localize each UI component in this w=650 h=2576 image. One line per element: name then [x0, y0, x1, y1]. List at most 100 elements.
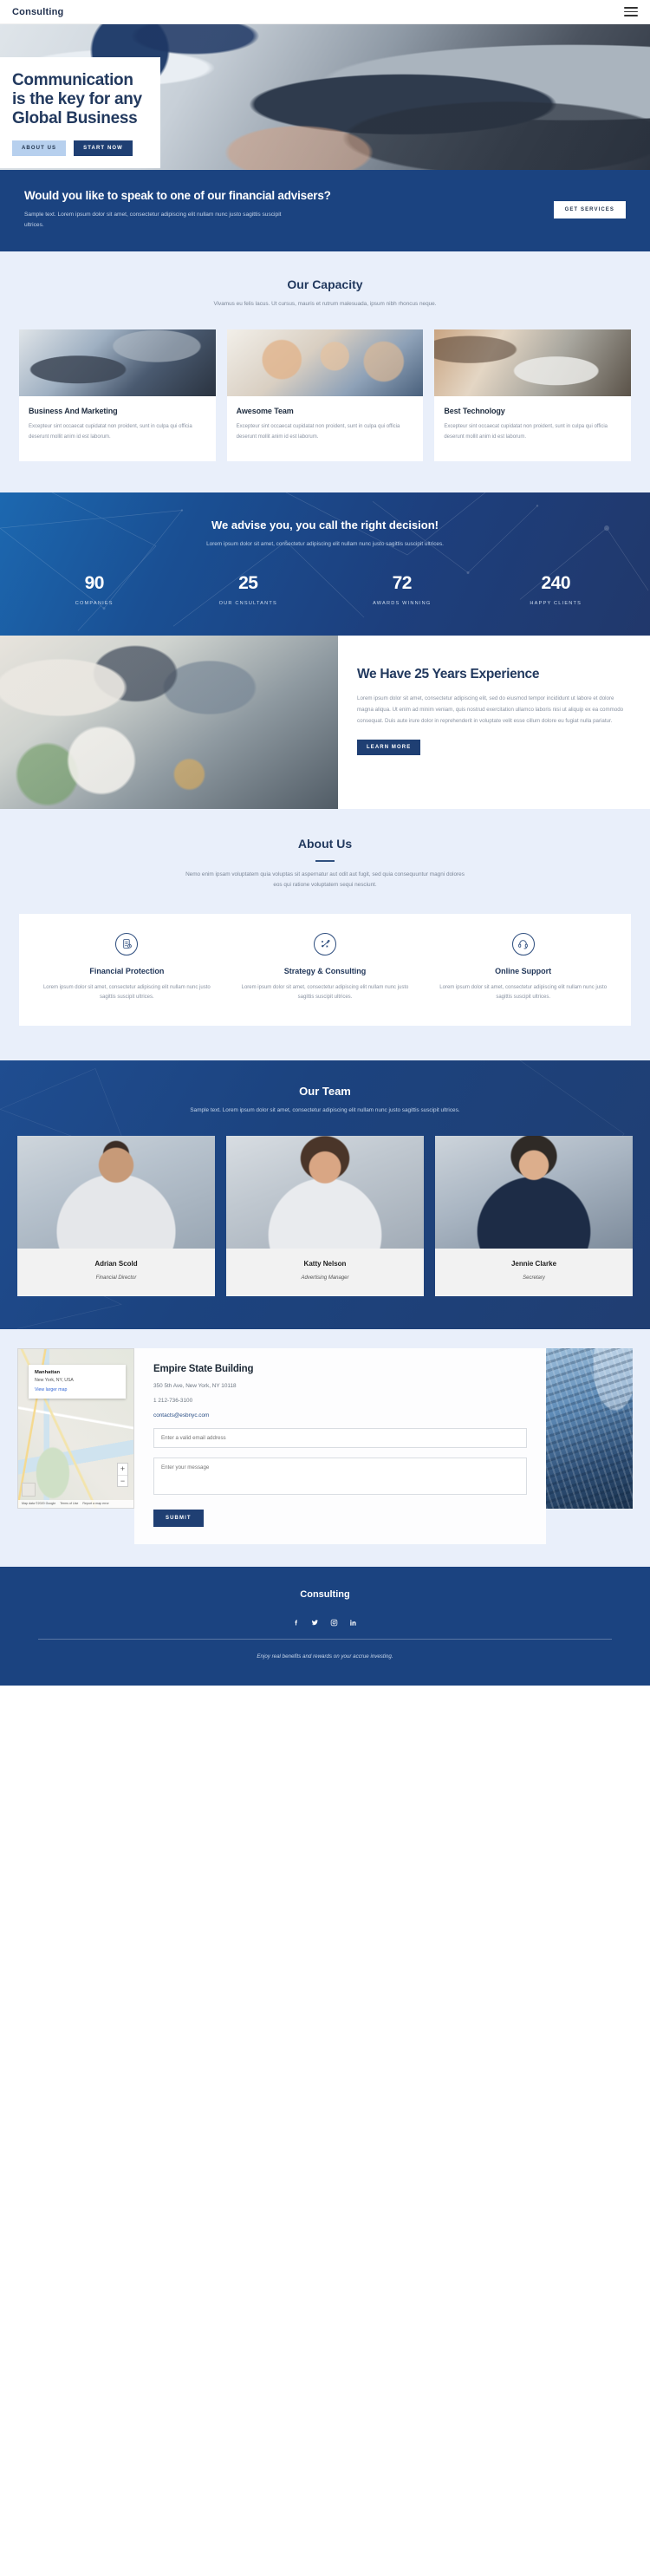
about-title: About Us	[297, 836, 353, 851]
map-attribution-bar: Map data ©2020 Google Terms of Use Repor…	[18, 1499, 133, 1508]
experience-image	[0, 635, 338, 809]
start-now-button[interactable]: Start Now	[74, 140, 133, 156]
building-photo	[546, 1347, 633, 1509]
experience-heading: We Have 25 Years Experience	[357, 666, 540, 681]
team-member-role: Secretary	[523, 1275, 545, 1281]
headset-support-icon	[511, 932, 535, 955]
location-map[interactable]: Manhattan New York, NY, USA View larger …	[17, 1347, 134, 1509]
experience-description: Lorem ipsum dolor sit amet, consectetur …	[357, 695, 624, 724]
feature-text: Lorem ipsum dolor sit amet, consectetur …	[42, 984, 211, 1001]
map-info-card: Manhattan New York, NY, USA View larger …	[29, 1364, 126, 1399]
about-subtitle: Nemo enim ipsam voluptatem quia voluptas…	[185, 871, 465, 889]
social-links	[17, 1619, 633, 1627]
stat-label: Awards Winning	[373, 600, 432, 606]
experience-section: We Have 25 Years Experience Lorem ipsum …	[0, 635, 650, 809]
linkedin-icon[interactable]	[349, 1619, 357, 1627]
team-card-list: Adrian Scold Financial Director Katty Ne…	[17, 1135, 633, 1296]
feature-title: Strategy & Consulting	[283, 966, 367, 975]
capacity-card-text: Excepteur sint occaecat cupidatat non pr…	[236, 423, 400, 440]
capacity-card-title: Business And Marketing	[29, 406, 118, 415]
contact-phone: 1 212-736-3100	[153, 1397, 193, 1404]
map-place-name: Manhattan	[35, 1369, 60, 1375]
team-member-role: Financial Director	[95, 1275, 137, 1281]
capacity-card-image	[19, 329, 216, 396]
team-member-card[interactable]: Jennie Clarke Secretary	[435, 1135, 633, 1296]
capacity-card[interactable]: Business And Marketing Excepteur sint oc…	[19, 329, 216, 462]
map-attribution: Map data ©2020 Google	[22, 1502, 56, 1506]
feature-title: Online Support	[495, 966, 552, 975]
learn-more-button[interactable]: Learn More	[357, 740, 421, 756]
about-feature-panel: Financial Protection Lorem ipsum dolor s…	[19, 913, 631, 1027]
team-member-card[interactable]: Adrian Scold Financial Director	[17, 1135, 215, 1296]
about-section: About Us Nemo enim ipsam voluptatem quia…	[0, 808, 650, 1061]
stat-label: Companies	[75, 600, 114, 606]
top-navbar: Consulting	[0, 0, 650, 24]
team-member-name: Adrian Scold	[94, 1259, 138, 1268]
stats-heading: We advise you, you call the right decisi…	[211, 518, 439, 532]
stat-number: 90	[84, 572, 105, 593]
stats-counter-row: 90 Companies 25 Our Cnsultants 72 Awards…	[17, 573, 633, 606]
team-member-name: Katty Nelson	[303, 1259, 347, 1268]
adviser-description: Sample text. Lorem ipsum dolor sit amet,…	[24, 212, 282, 229]
stat-number: 72	[392, 572, 413, 593]
about-us-button[interactable]: About Us	[12, 140, 67, 156]
capacity-card-image	[226, 329, 424, 396]
feature-text: Lorem ipsum dolor sit amet, consectetur …	[241, 984, 409, 1001]
stat-item: 90 Companies	[17, 573, 172, 606]
contact-email-link[interactable]: contacts@esbnyc.com	[153, 1412, 527, 1418]
hero-title: Communication is the key for any Global …	[12, 71, 142, 128]
feature-item[interactable]: Strategy & Consulting Lorem ipsum dolor …	[226, 932, 425, 1003]
map-zoom-controls[interactable]: + −	[117, 1462, 128, 1487]
submit-button[interactable]: Submit	[153, 1509, 204, 1527]
adviser-heading: Would you like to speak to one of our fi…	[24, 189, 331, 202]
map-zoom-out-button[interactable]: −	[118, 1474, 127, 1486]
capacity-card-title: Awesome Team	[236, 406, 294, 415]
capacity-card-title: Best Technology	[444, 406, 505, 415]
team-member-name: Jennie Clarke	[510, 1259, 557, 1268]
capacity-card-text: Excepteur sint occaecat cupidatat non pr…	[29, 423, 192, 440]
footer-divider	[38, 1638, 612, 1640]
facebook-icon[interactable]	[293, 1619, 300, 1627]
hero-card: Communication is the key for any Global …	[0, 57, 160, 168]
view-larger-map-link[interactable]: View larger map	[35, 1387, 120, 1392]
team-title: Our Team	[299, 1085, 351, 1099]
feature-title: Financial Protection	[89, 966, 165, 975]
capacity-card[interactable]: Awesome Team Excepteur sint occaecat cup…	[226, 329, 424, 462]
stat-item: 240 Happy Clients	[479, 573, 634, 606]
team-member-photo	[226, 1135, 424, 1249]
stat-item: 25 Our Cnsultants	[172, 573, 326, 606]
experience-text-block: We Have 25 Years Experience Lorem ipsum …	[338, 636, 650, 809]
email-input[interactable]	[153, 1427, 527, 1448]
team-member-card[interactable]: Katty Nelson Advertising Manager	[226, 1135, 424, 1296]
map-terms-link[interactable]: Terms of Use	[60, 1502, 78, 1505]
site-logo[interactable]: Consulting	[12, 7, 63, 17]
team-member-photo	[435, 1135, 633, 1249]
site-footer: Consulting Enjoy real benefits and rewar…	[0, 1566, 650, 1686]
contact-title: Empire State Building	[153, 1363, 254, 1374]
message-textarea[interactable]	[153, 1457, 527, 1495]
stat-number: 240	[541, 572, 571, 593]
capacity-subtitle: Vivamus eu felis lacus. Ut cursus, mauri…	[213, 301, 437, 308]
instagram-icon[interactable]	[330, 1619, 338, 1627]
get-services-button[interactable]: Get Services	[553, 201, 626, 219]
capacity-card-text: Excepteur sint occaecat cupidatat non pr…	[444, 423, 608, 440]
map-thumbnail-badge	[22, 1482, 36, 1497]
feature-item[interactable]: Financial Protection Lorem ipsum dolor s…	[28, 932, 226, 1003]
feature-item[interactable]: Online Support Lorem ipsum dolor sit ame…	[424, 932, 622, 1003]
contact-form-panel: Empire State Building 350 5th Ave, New Y…	[134, 1347, 546, 1544]
stats-description: Lorem ipsum dolor sit amet, consectetur …	[206, 541, 444, 548]
capacity-title: Our Capacity	[287, 277, 363, 292]
capacity-card[interactable]: Best Technology Excepteur sint occaecat …	[434, 329, 632, 462]
map-place-region: New York, NY, USA	[35, 1377, 74, 1383]
map-report-link[interactable]: Report a map error	[82, 1502, 108, 1505]
footer-logo[interactable]: Consulting	[17, 1589, 633, 1600]
hamburger-menu-icon[interactable]	[624, 7, 638, 16]
hero-section: Communication is the key for any Global …	[0, 24, 650, 170]
stat-item: 72 Awards Winning	[325, 573, 479, 606]
team-subtitle: Sample text. Lorem ipsum dolor sit amet,…	[190, 1107, 460, 1114]
capacity-card-list: Business And Marketing Excepteur sint oc…	[19, 329, 632, 462]
twitter-icon[interactable]	[311, 1619, 319, 1627]
contact-section: Manhattan New York, NY, USA View larger …	[0, 1328, 650, 1567]
map-zoom-in-button[interactable]: +	[118, 1464, 127, 1475]
checklist-clipboard-icon	[115, 932, 139, 955]
